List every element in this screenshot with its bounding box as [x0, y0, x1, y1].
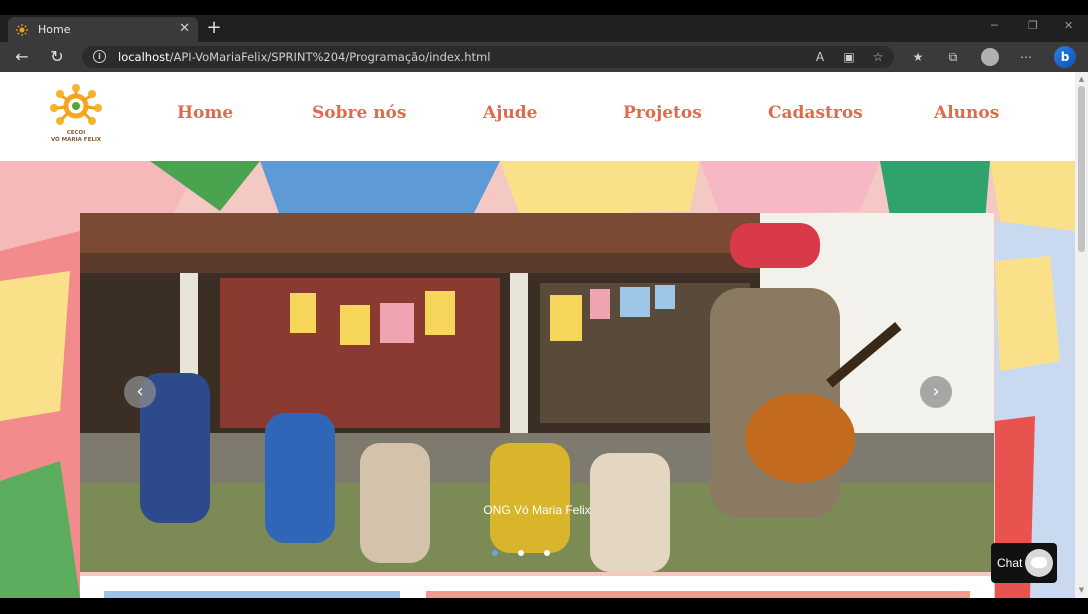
sun-favicon-icon: [16, 23, 28, 36]
nav-cadastros[interactable]: Cadastros: [768, 103, 863, 123]
info-icon[interactable]: i: [93, 50, 106, 63]
chat-widget-button[interactable]: Chat: [991, 543, 1057, 583]
hero-section: ONG Vó Maria Felix ‹ ›: [0, 161, 1075, 598]
sun-logo-icon: [50, 84, 102, 125]
chat-label: Chat: [997, 556, 1023, 570]
url-host: localhost: [118, 50, 170, 64]
minimize-icon[interactable]: ─: [991, 19, 998, 32]
window-close-icon[interactable]: ✕: [1064, 19, 1073, 32]
logo-text-line2: VÓ MARIA FELIX: [50, 137, 102, 143]
carousel-indicator[interactable]: [492, 550, 498, 556]
chat-bubble-icon: [1025, 549, 1053, 577]
scroll-thumb[interactable]: [1078, 86, 1085, 252]
restore-icon[interactable]: ❐: [1028, 19, 1038, 32]
image-carousel[interactable]: ONG Vó Maria Felix ‹ ›: [80, 213, 994, 572]
more-menu-icon[interactable]: ⋯: [1018, 49, 1034, 65]
site-header: CECOI VÓ MARIA FELIX Home Sobre nós Ajud…: [0, 72, 1075, 161]
read-aloud-icon[interactable]: A: [812, 49, 828, 65]
address-bar[interactable]: i localhost/API-VoMariaFelix/SPRINT%204/…: [82, 46, 894, 68]
browser-tab[interactable]: Home ✕: [8, 17, 198, 42]
profile-avatar[interactable]: [981, 48, 999, 66]
tab-close-icon[interactable]: ✕: [179, 21, 190, 36]
back-arrow-icon[interactable]: ←: [13, 48, 31, 66]
nav-alunos[interactable]: Alunos: [934, 103, 999, 123]
collections-icon[interactable]: ⧉: [945, 49, 961, 65]
url-path: /API-VoMariaFelix/SPRINT%204/Programação…: [169, 50, 491, 64]
carousel-next-button[interactable]: ›: [920, 376, 952, 408]
carousel-photo: [80, 213, 994, 572]
carousel-caption: ONG Vó Maria Felix: [483, 503, 591, 517]
site-logo[interactable]: CECOI VÓ MARIA FELIX: [40, 84, 112, 146]
new-tab-button[interactable]: +: [204, 17, 224, 39]
card-top-left: [104, 591, 400, 598]
scroll-down-icon[interactable]: ▼: [1077, 586, 1086, 595]
bing-copilot-icon[interactable]: b: [1054, 46, 1076, 68]
add-favorite-icon[interactable]: ☆: [870, 49, 886, 65]
content-area-start: [80, 576, 994, 598]
screenshot-frame: Home ✕ + ─ ❐ ✕ ← ↻ i localhost/API-VoMar…: [0, 0, 1088, 614]
browser-toolbar: ← ↻ i localhost/API-VoMariaFelix/SPRINT%…: [0, 42, 1088, 72]
carousel-prev-button[interactable]: ‹: [124, 376, 156, 408]
page-scrollbar[interactable]: ▲ ▼: [1075, 72, 1088, 598]
card-top-right: [426, 591, 970, 598]
bottom-border: [0, 598, 1088, 614]
carousel-indicator[interactable]: [518, 550, 524, 556]
carousel-indicator[interactable]: [544, 550, 550, 556]
web-page: CECOI VÓ MARIA FELIX Home Sobre nós Ajud…: [0, 72, 1075, 598]
nav-projetos[interactable]: Projetos: [623, 103, 702, 123]
nav-ajude[interactable]: Ajude: [483, 103, 537, 123]
browser-tab-bar: Home ✕ + ─ ❐ ✕: [0, 15, 1088, 42]
immersive-reader-icon[interactable]: ▣: [841, 49, 857, 65]
scroll-up-icon[interactable]: ▲: [1077, 75, 1086, 84]
nav-sobre-nos[interactable]: Sobre nós: [312, 103, 406, 123]
favorites-icon[interactable]: ★: [910, 49, 926, 65]
refresh-icon[interactable]: ↻: [48, 48, 66, 66]
nav-home[interactable]: Home: [177, 103, 233, 123]
tab-title: Home: [38, 23, 71, 36]
logo-text-line1: CECOI: [66, 130, 86, 136]
